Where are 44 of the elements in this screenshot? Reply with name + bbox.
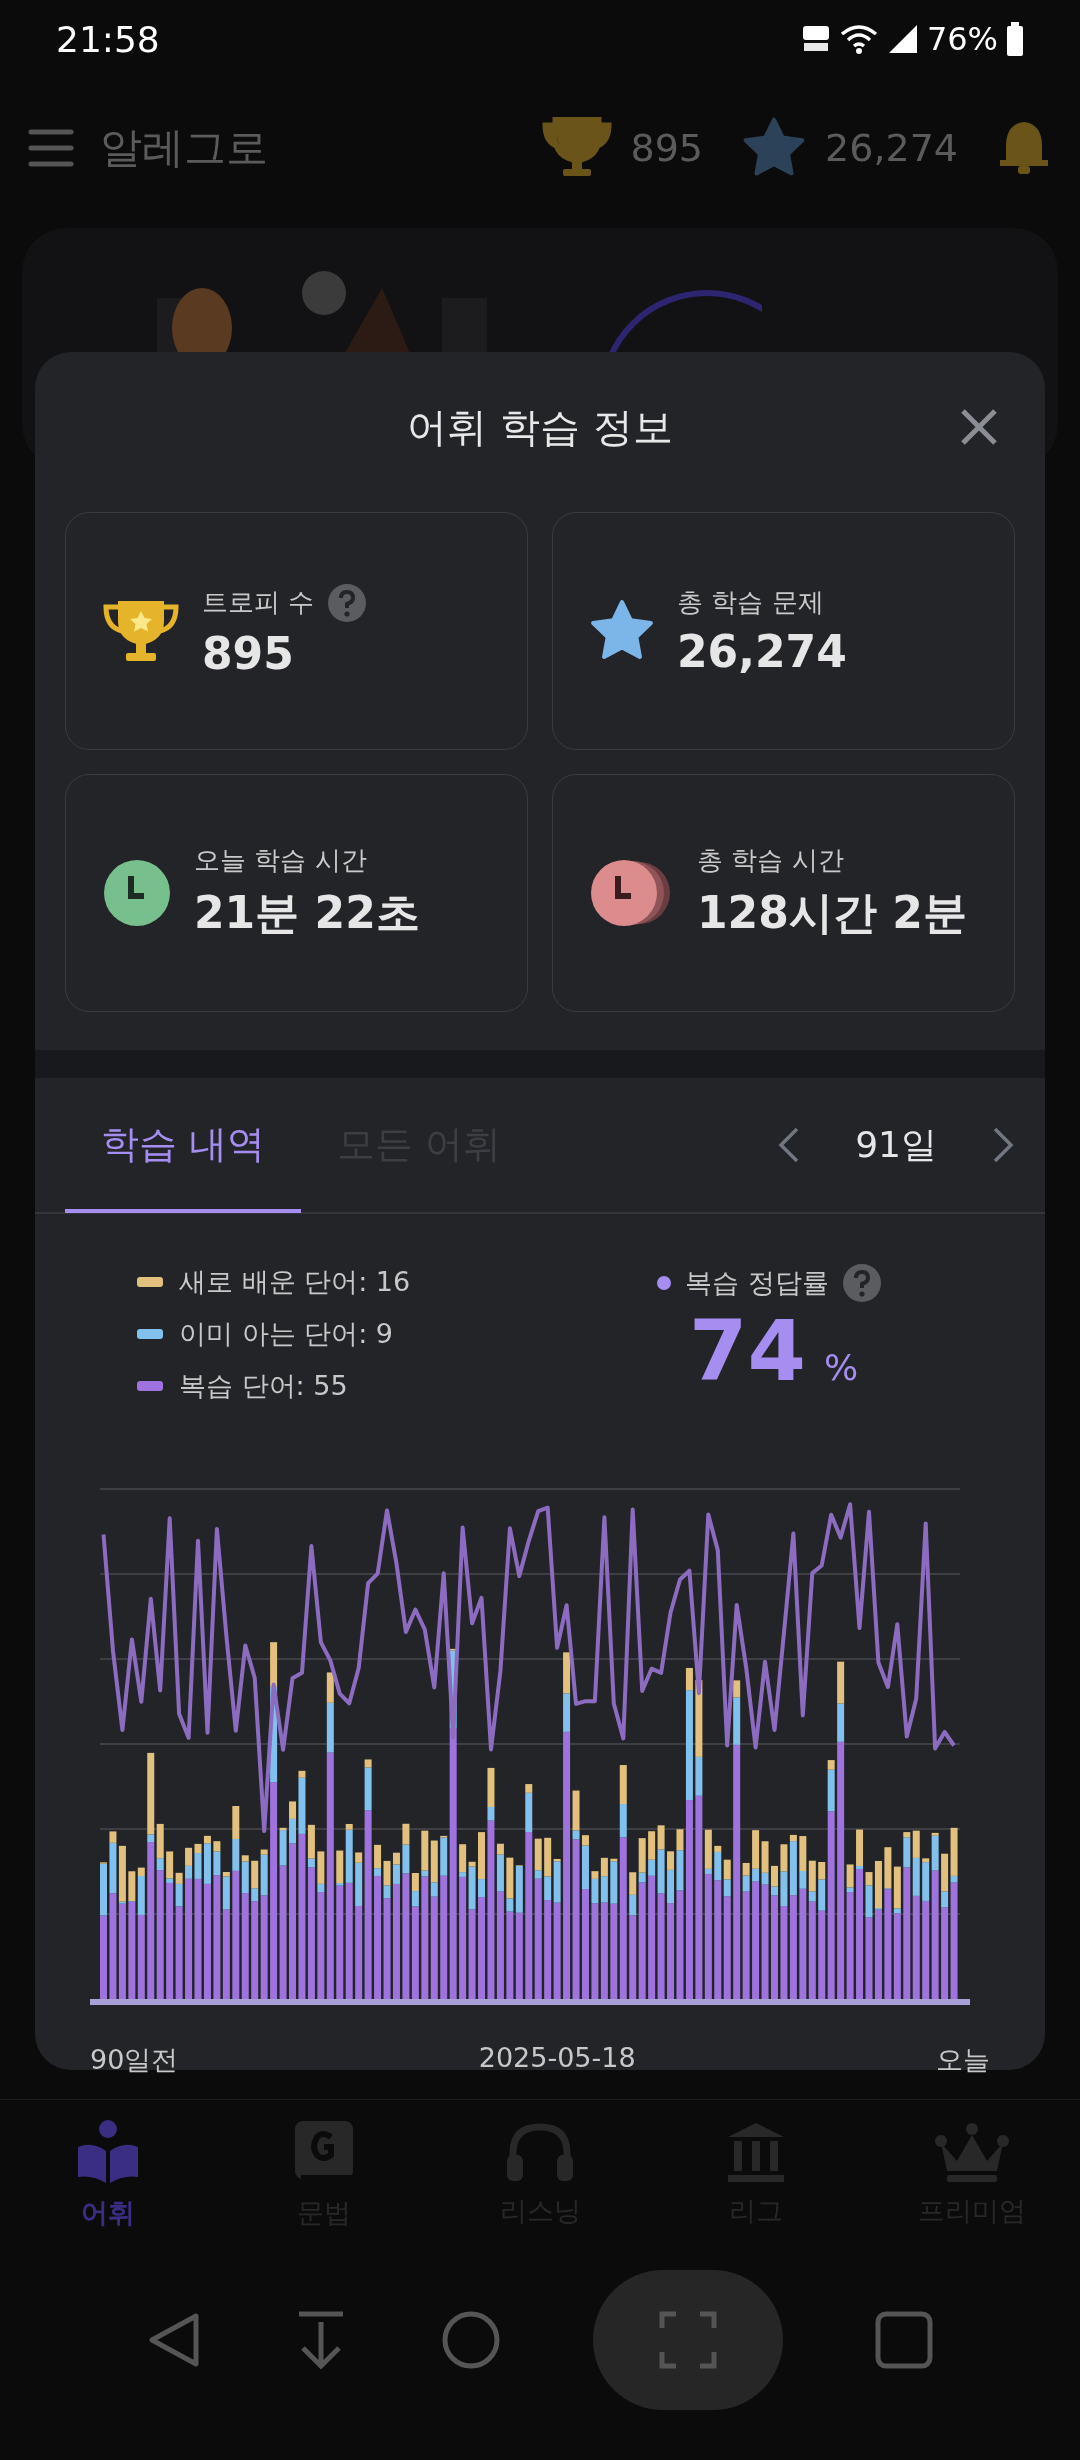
trophy-icon [102,599,180,663]
status-time: 21:58 [56,18,160,60]
battery-level: 76% [926,20,998,58]
book-reader-icon [76,2119,140,2185]
star-count: 26,274 [825,126,958,170]
stat-value: 895 [202,627,295,679]
bank-building-icon [726,2121,786,2183]
stat-value: 26,274 [677,626,847,677]
home-icon[interactable] [441,2310,501,2370]
trophy-icon [540,117,613,179]
period-label: 91일 [855,1122,937,1167]
dialog-title: 어휘 학습 정보 [407,402,673,452]
axis-label: 오늘 [936,2043,990,2077]
stat-label: 트로피 수 [202,586,315,619]
axis-label: 2025-05-18 [478,2042,636,2075]
legend-dot [657,1276,671,1290]
legend-label: 복습 단어: 55 [179,1369,348,1403]
recents-icon[interactable] [874,2310,935,2370]
close-icon[interactable] [959,407,999,447]
wifi-icon [838,23,879,55]
headphones-icon [505,2121,575,2183]
trophy-count: 895 [630,126,704,170]
axis-label: 90일전 [90,2043,179,2077]
clock-icon [102,858,172,928]
app-title: 알레그로 [100,122,268,174]
capture-icon [657,2310,718,2370]
percent-unit: % [823,1347,859,1388]
crown-icon [935,2121,1009,2183]
nav-tab[interactable]: 어휘 [8,2119,208,2231]
stat-label: 총 학습 시간 [697,844,844,877]
stat-value: 128시간 2분 [697,886,967,940]
accuracy-label: 복습 정답률 [685,1266,829,1300]
chevron-right-icon[interactable] [991,1125,1015,1165]
tab[interactable]: 학습 내역 [65,1079,302,1213]
stat-value: 21분 22초 [194,886,420,940]
accuracy-value: 74 [689,1302,806,1400]
help-icon[interactable] [328,583,367,622]
battery-icon [1006,22,1024,56]
stat-label: 오늘 학습 시간 [194,844,367,877]
legend-label: 새로 배운 단어: 16 [179,1265,411,1299]
menu-icon[interactable] [28,128,74,168]
stat-label: 총 학습 문제 [677,586,824,619]
help-icon[interactable] [842,1264,881,1302]
legend-label: 이미 아는 단어: 9 [179,1317,394,1351]
